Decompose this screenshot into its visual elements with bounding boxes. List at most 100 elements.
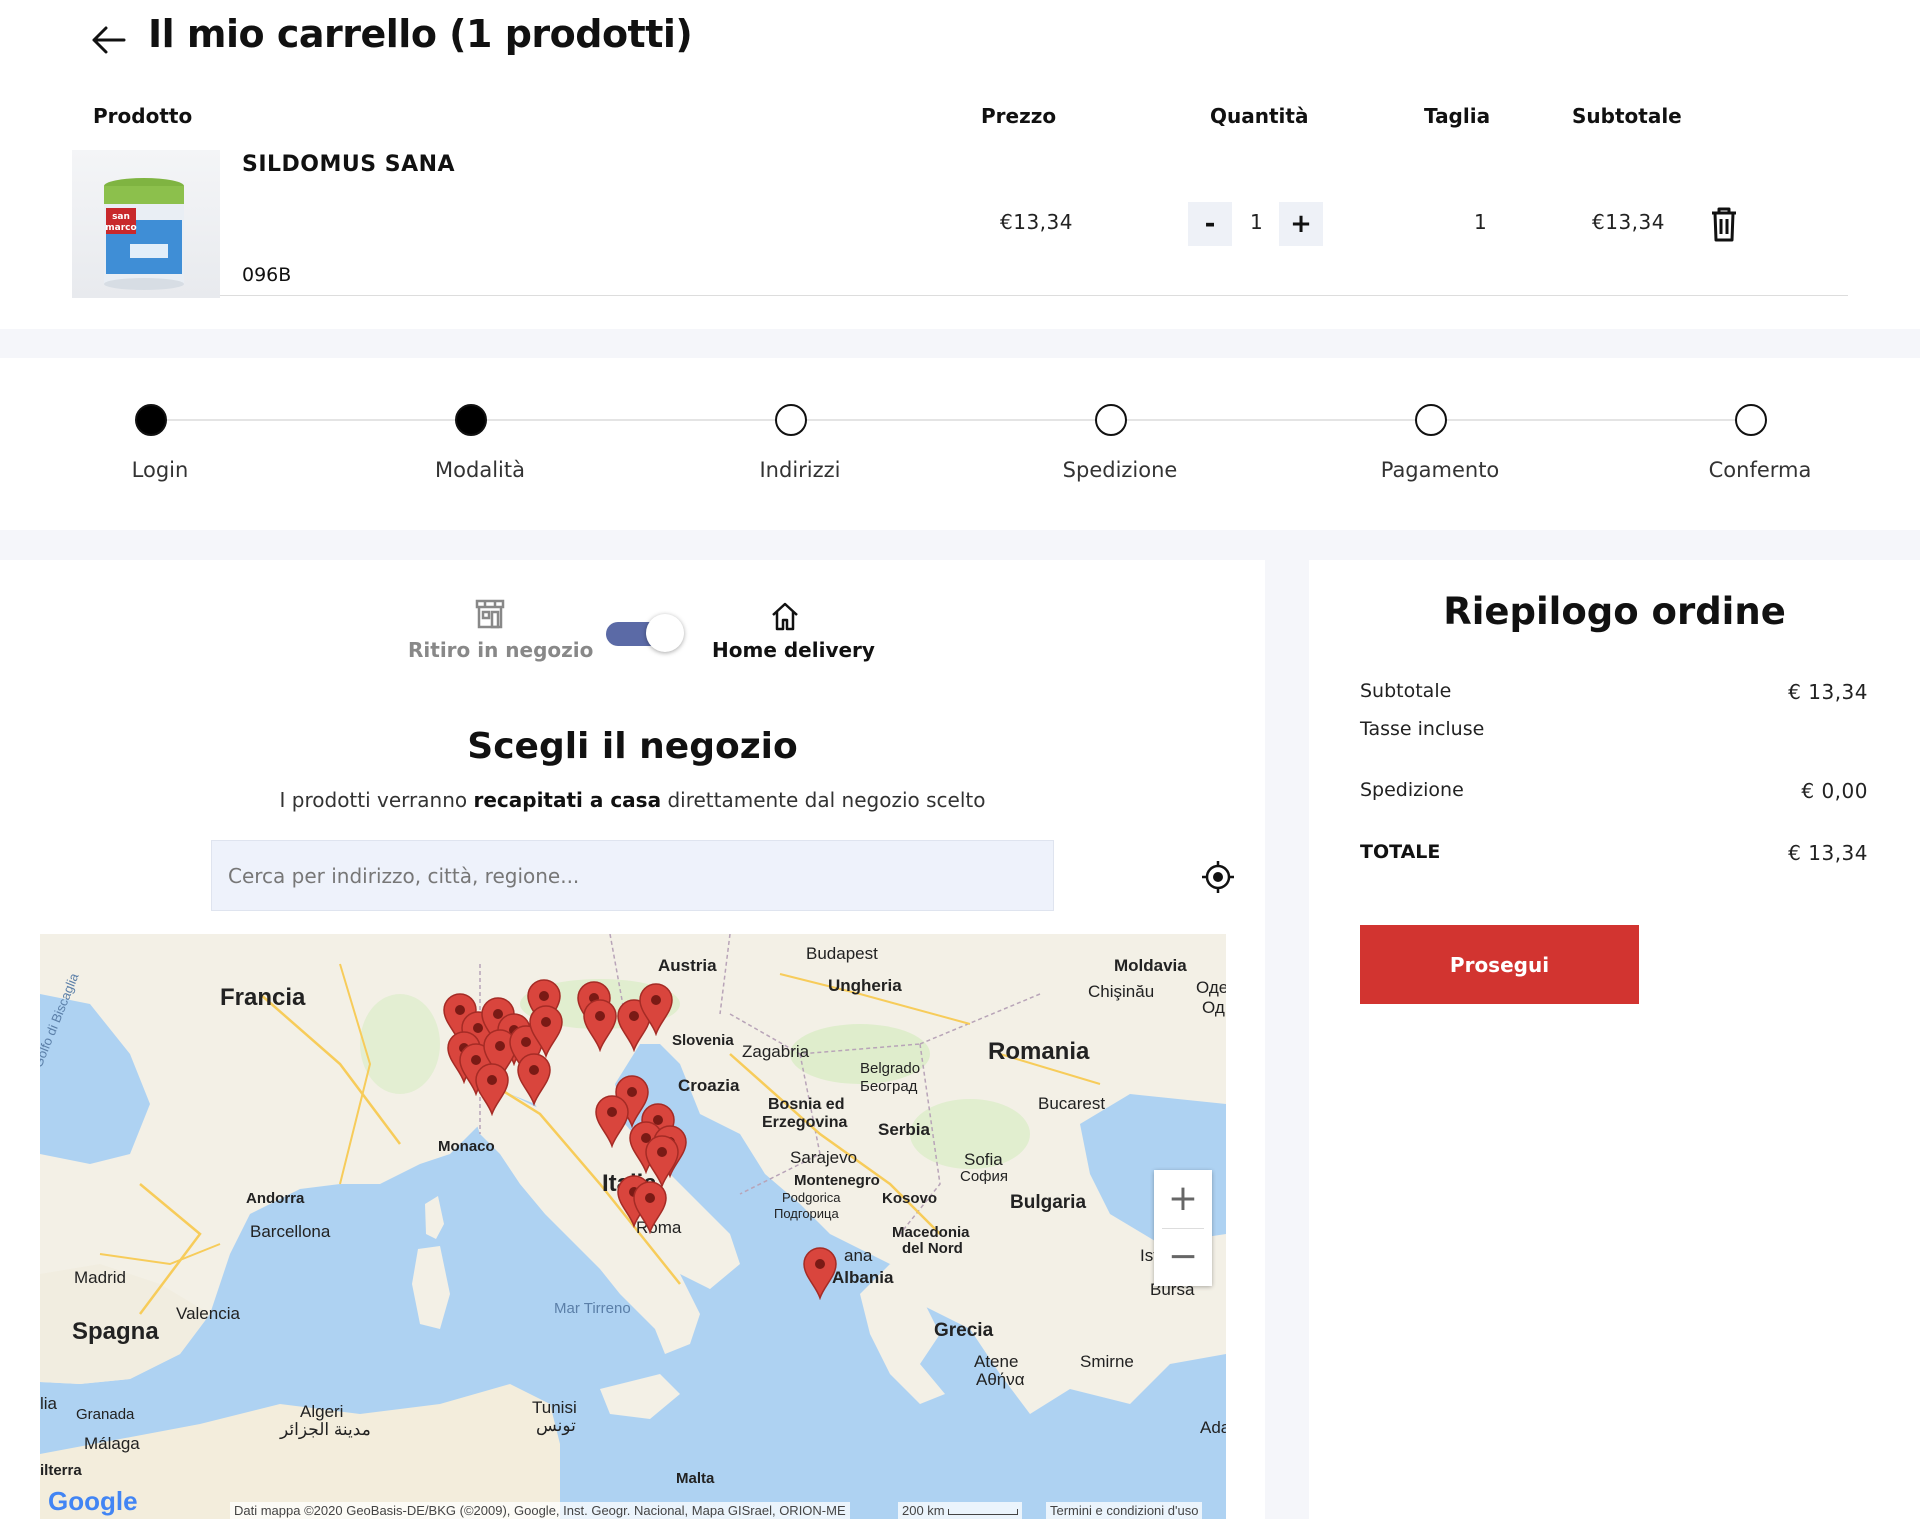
store-pin[interactable] bbox=[516, 1052, 552, 1106]
column-header-subtotal: Subtotale bbox=[1572, 104, 1682, 128]
zoom-divider bbox=[1162, 1228, 1204, 1229]
zoom-out-button[interactable]: − bbox=[1154, 1228, 1212, 1286]
quantity-decrement-button[interactable]: - bbox=[1188, 202, 1232, 246]
google-logo[interactable]: Google bbox=[48, 1486, 138, 1517]
step-label-conferma: Conferma bbox=[1708, 458, 1812, 482]
product-name[interactable]: SILDOMUS SANA bbox=[242, 152, 455, 177]
store-search-input[interactable] bbox=[228, 841, 968, 910]
home-delivery-label[interactable]: Home delivery bbox=[712, 638, 875, 662]
store-pin[interactable] bbox=[582, 998, 618, 1052]
map-label-moldavia: Moldavia bbox=[1114, 956, 1187, 975]
step-label-spedizione: Spedizione bbox=[1062, 458, 1178, 482]
map-zoom-controls: + − bbox=[1154, 1170, 1212, 1286]
summary-shipping-value: € 0,00 bbox=[1801, 779, 1868, 803]
map-scale-bar bbox=[948, 1508, 1019, 1515]
product-size: 1 bbox=[1474, 210, 1488, 234]
map-label-podgorica-cyr: Подгорица bbox=[774, 1206, 839, 1221]
map-label-tunisi-ar: تونس bbox=[536, 1416, 576, 1435]
map-label-sarajevo: Sarajevo bbox=[790, 1148, 858, 1167]
store-pin[interactable] bbox=[528, 1004, 564, 1058]
map-label-malaga: Málaga bbox=[84, 1434, 140, 1453]
map-label-romania: Romania bbox=[988, 1038, 1090, 1065]
map-label-mar-tirreno: Mar Tirreno bbox=[554, 1300, 631, 1317]
step-dot-conferma bbox=[1735, 404, 1767, 436]
store-search-box bbox=[211, 840, 1234, 911]
map-label-erzegovina: Erzegovina bbox=[762, 1114, 848, 1131]
map-label-chisinau: Chişinău bbox=[1088, 982, 1155, 1001]
store-pin[interactable] bbox=[474, 1062, 510, 1116]
pickup-label[interactable]: Ritiro in negozio bbox=[408, 638, 593, 662]
step-label-login: Login bbox=[131, 458, 189, 482]
subtitle-text-bold: recapitati a casa bbox=[473, 788, 662, 812]
back-arrow-icon[interactable] bbox=[88, 24, 128, 56]
choose-store-title: Scegli il negozio bbox=[467, 726, 798, 767]
order-summary-title: Riepilogo ordine bbox=[1443, 590, 1786, 633]
zoom-in-button[interactable]: + bbox=[1154, 1170, 1212, 1228]
paint-bucket-image: san marco bbox=[104, 178, 184, 290]
map-label-spagna: Spagna bbox=[72, 1318, 159, 1345]
map-label-ada: Ada bbox=[1200, 1418, 1226, 1437]
step-dot-modalita bbox=[455, 404, 487, 436]
summary-subtotal-label: Subtotale bbox=[1360, 680, 1452, 702]
quantity-value: 1 bbox=[1250, 210, 1264, 234]
map-terms-link[interactable]: Termini e condizioni d'uso bbox=[1046, 1502, 1203, 1519]
map-scale[interactable]: 200 km bbox=[898, 1502, 1023, 1519]
page-title: Il mio carrello (1 prodotti) bbox=[148, 12, 693, 56]
delivery-mode-toggle[interactable] bbox=[606, 614, 684, 654]
map-label-belgrado: Belgrado bbox=[860, 1060, 921, 1077]
map-label-granada: Granada bbox=[76, 1406, 135, 1423]
summary-subtotal-value: € 13,34 bbox=[1788, 680, 1868, 704]
locate-me-icon[interactable] bbox=[1200, 859, 1236, 895]
product-price: €13,34 bbox=[1000, 210, 1073, 234]
trash-icon[interactable] bbox=[1708, 206, 1740, 242]
map-label-malta: Malta bbox=[676, 1470, 715, 1487]
map-label-monaco: Monaco bbox=[438, 1138, 495, 1155]
proceed-button[interactable]: Prosegui bbox=[1360, 925, 1639, 1004]
step-dot-spedizione bbox=[1095, 404, 1127, 436]
stepper-line bbox=[150, 419, 1752, 421]
step-label-modalita: Modalità bbox=[435, 458, 525, 482]
map-label-del-nord: del Nord bbox=[902, 1240, 963, 1257]
google-logo-text: Google bbox=[48, 1486, 138, 1516]
map-label-smirne: Smirne bbox=[1080, 1352, 1134, 1371]
home-icon[interactable] bbox=[769, 600, 801, 632]
product-subtotal: €13,34 bbox=[1592, 210, 1665, 234]
column-header-size: Taglia bbox=[1424, 104, 1491, 128]
map-label-sofia: Sofia bbox=[964, 1150, 1003, 1169]
map-label-tunisi: Tunisi bbox=[532, 1398, 577, 1417]
store-pin[interactable] bbox=[638, 982, 674, 1036]
store-icon[interactable] bbox=[474, 598, 506, 630]
map-label-grecia: Grecia bbox=[934, 1320, 994, 1341]
map-label-tirana: ana bbox=[844, 1246, 873, 1265]
map-label-atene: Atene bbox=[974, 1352, 1019, 1371]
step-label-pagamento: Pagamento bbox=[1380, 458, 1500, 482]
column-header-price: Prezzo bbox=[981, 104, 1057, 128]
map-label-odesa: Оде bbox=[1196, 978, 1226, 997]
map-attribution[interactable]: Dati mappa ©2020 GeoBasis-DE/BKG (©2009)… bbox=[230, 1502, 850, 1519]
store-pin[interactable] bbox=[632, 1180, 668, 1234]
store-map[interactable]: Francia Romania Spagna Italia Austria Bu… bbox=[40, 934, 1226, 1519]
map-label-bucarest: Bucarest bbox=[1038, 1094, 1106, 1113]
quantity-increment-button[interactable]: + bbox=[1279, 202, 1323, 246]
summary-total-label: TOTALE bbox=[1360, 841, 1441, 863]
map-label-serbia: Serbia bbox=[878, 1120, 930, 1139]
subtitle-text-after: direttamente dal negozio scelto bbox=[667, 788, 986, 812]
store-pin[interactable] bbox=[802, 1246, 838, 1300]
map-label-algeri-ar: مدينة الجزائر bbox=[280, 1420, 371, 1439]
map-label-podgorica: Podgorica bbox=[782, 1190, 841, 1205]
summary-tax-label: Tasse incluse bbox=[1360, 718, 1485, 740]
step-label-indirizzi: Indirizzi bbox=[759, 458, 841, 482]
map-label-macedonia: Macedonia bbox=[892, 1224, 970, 1241]
map-label-kosovo: Kosovo bbox=[882, 1190, 938, 1207]
product-code: 096B bbox=[242, 264, 292, 286]
store-pin[interactable] bbox=[594, 1094, 630, 1148]
map-label-madrid: Madrid bbox=[74, 1268, 126, 1287]
row-divider bbox=[220, 295, 1848, 296]
map-label-od: Од bbox=[1202, 998, 1225, 1017]
map-label-sofia-cyr: София bbox=[960, 1168, 1009, 1185]
step-dot-pagamento bbox=[1415, 404, 1447, 436]
cart-section: Il mio carrello (1 prodotti) Prodotto Pr… bbox=[0, 0, 1920, 329]
map-label-ilterra: ilterra bbox=[40, 1462, 82, 1479]
product-image[interactable]: san marco bbox=[72, 150, 220, 298]
map-label-ungheria: Ungheria bbox=[828, 976, 902, 995]
